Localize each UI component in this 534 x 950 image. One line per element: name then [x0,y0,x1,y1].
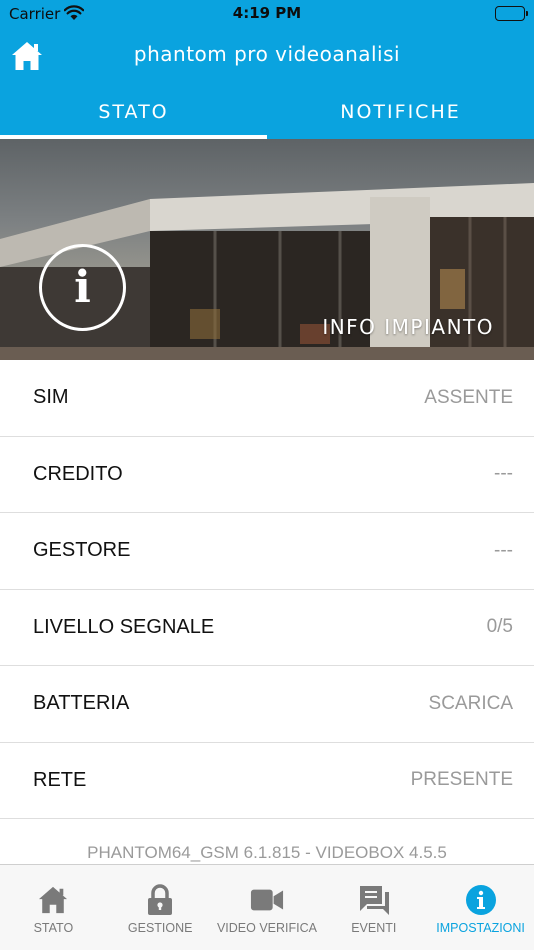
row-label: GESTORE [33,539,131,562]
tabbar-label: EVENTI [351,921,397,935]
tabbar-item-gestione[interactable]: GESTIONE [107,865,214,950]
row-label: LIVELLO SEGNALE [33,615,215,638]
row-label: BATTERIA [33,692,130,715]
row-value: 0/5 [486,616,513,638]
row-label: RETE [33,768,87,791]
tabbar-item-impostazioni[interactable]: IMPOSTAZIONI [427,865,534,950]
tab-stato[interactable]: STATO [0,84,267,139]
row-value: --- [494,463,513,485]
tabbar-item-stato[interactable]: STATO [0,865,107,950]
row-rete: RETE PRESENTE [0,743,534,819]
row-sim: SIM ASSENTE [0,360,534,437]
home-icon [36,883,70,917]
tabbar-item-eventi[interactable]: EVENTI [320,865,427,950]
info-icon: i [39,244,126,331]
version-text: PHANTOM64_GSM 6.1.815 - VIDEOBOX 4.5.5 [87,843,447,862]
row-value: --- [494,539,513,561]
row-credito: CREDITO --- [0,437,534,513]
tabbar-label: IMPOSTAZIONI [436,921,525,935]
tabbar-label: STATO [33,921,74,935]
info-list: SIM ASSENTE CREDITO --- GESTORE --- LIVE… [0,360,534,819]
tab-notifiche[interactable]: NOTIFICHE [267,84,534,139]
segment-tabs: STATO NOTIFICHE [0,84,534,139]
navigation-bar: phantom pro videoanalisi [0,28,534,84]
row-gestore: GESTORE --- [0,513,534,590]
tab-notifiche-label: NOTIFICHE [340,100,461,123]
status-bar: Carrier 4:19 PM [0,0,534,28]
page-title: phantom pro videoanalisi [133,42,401,66]
video-camera-icon [250,883,284,917]
row-value: ASSENTE [424,386,513,408]
battery-icon [495,6,528,21]
row-value: SCARICA [428,692,513,714]
tab-stato-label: STATO [98,100,169,123]
chat-bubbles-icon [357,883,391,917]
info-icon [464,883,498,917]
tabbar-item-video-verifica[interactable]: VIDEO VERIFICA [214,865,321,950]
row-label: SIM [33,386,69,409]
tabbar-label: GESTIONE [127,921,193,935]
bottom-tab-bar: STATO GESTIONE VIDEO VERIFICA EVENTI IMP… [0,864,534,950]
row-livello-segnale: LIVELLO SEGNALE 0/5 [0,590,534,666]
clock: 4:19 PM [232,4,302,22]
row-value: PRESENTE [410,769,513,791]
hero-banner: i INFO IMPIANTO [0,139,534,360]
hero-title: INFO IMPIANTO [322,315,494,339]
lock-icon [143,883,177,917]
row-label: CREDITO [33,462,123,485]
tabbar-label: VIDEO VERIFICA [216,921,317,935]
row-batteria: BATTERIA SCARICA [0,666,534,743]
